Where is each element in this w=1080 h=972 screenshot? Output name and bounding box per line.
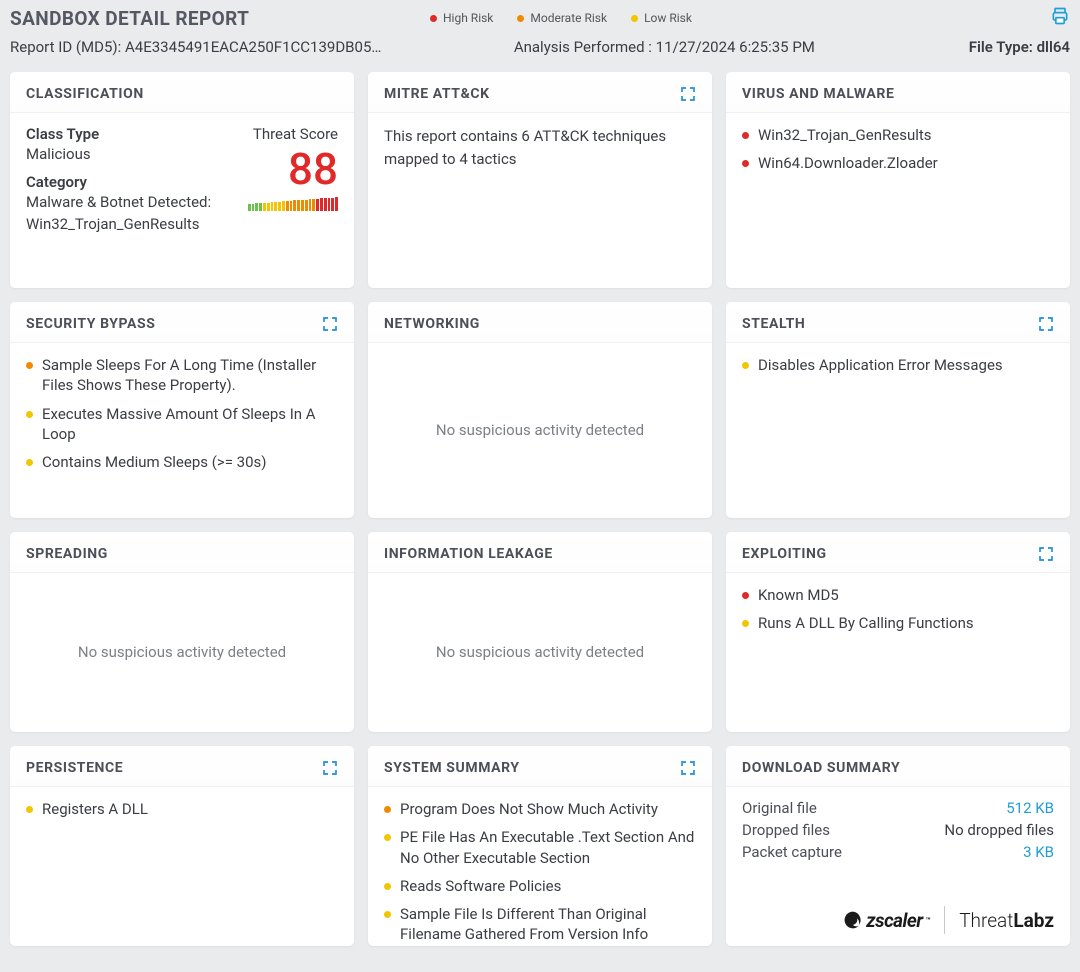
card-title: EXPLOITING (742, 546, 827, 562)
list-item: PE File Has An Executable .Text Section … (384, 827, 704, 868)
threatlabz-logo: ThreatLabz (959, 909, 1054, 932)
expand-icon[interactable] (1038, 316, 1054, 332)
download-row-value[interactable]: 512 KB (1006, 799, 1054, 817)
no-activity-text: No suspicious activity detected (384, 355, 696, 504)
list-item: Win64.Downloader.Zloader (742, 153, 1054, 173)
download-row-value[interactable]: 3 KB (1023, 843, 1054, 861)
expand-icon[interactable] (680, 86, 696, 102)
threat-score-label: Threat Score (228, 125, 338, 143)
list-item: Registers A DLL (26, 799, 338, 819)
file-type: File Type: dll64 (969, 38, 1070, 56)
download-row: Original file 512 KB (742, 799, 1054, 817)
category-value-2: Win32_Trojan_GenResults (26, 215, 228, 233)
expand-icon[interactable] (680, 760, 696, 776)
expand-icon[interactable] (322, 760, 338, 776)
card-security-bypass: SECURITY BYPASS Sample Sleeps For A Long… (10, 302, 354, 518)
card-spreading: SPREADING No suspicious activity detecte… (10, 532, 354, 732)
card-title: MITRE ATT&CK (384, 86, 490, 102)
class-type-label: Class Type (26, 125, 228, 143)
download-row-value: No dropped files (944, 821, 1054, 839)
card-stealth: STEALTH Disables Application Error Messa… (726, 302, 1070, 518)
list-item: Disables Application Error Messages (742, 355, 1054, 375)
download-row: Packet capture 3 KB (742, 843, 1054, 861)
download-row: Dropped files No dropped files (742, 821, 1054, 839)
system-summary-list: Program Does Not Show Much Activity PE Fi… (384, 799, 704, 946)
card-title: INFORMATION LEAKAGE (384, 546, 553, 562)
card-classification: CLASSIFICATION Class Type Malicious Cate… (10, 72, 354, 288)
class-type-value: Malicious (26, 145, 228, 163)
threat-score-value: 88 (228, 147, 338, 191)
card-virus-malware: VIRUS AND MALWARE Win32_Trojan_GenResult… (726, 72, 1070, 288)
analysis-timestamp: Analysis Performed : 11/27/2024 6:25:35 … (360, 38, 969, 56)
print-icon[interactable] (1050, 6, 1070, 30)
card-title: SYSTEM SUMMARY (384, 760, 520, 776)
card-title: SECURITY BYPASS (26, 316, 155, 332)
cards-grid: CLASSIFICATION Class Type Malicious Cate… (0, 60, 1080, 956)
legend-low-risk: Low Risk (631, 11, 692, 25)
threatlabz-text-thin: Threat (959, 909, 1013, 932)
legend-high-risk: High Risk (430, 11, 493, 25)
report-id: Report ID (MD5): A4E3345491EACA250F1CC13… (10, 38, 390, 56)
zscaler-text: zscaler (866, 909, 922, 932)
legend-moderate-risk: Moderate Risk (517, 11, 607, 25)
card-title: PERSISTENCE (26, 760, 123, 776)
footer-logos: zscaler™ ThreatLabz (843, 906, 1054, 934)
card-title: VIRUS AND MALWARE (742, 86, 894, 102)
list-item: Sample File Is Different Than Original F… (384, 904, 704, 945)
expand-icon[interactable] (322, 316, 338, 332)
persistence-list: Registers A DLL (26, 799, 338, 819)
card-title: CLASSIFICATION (26, 86, 144, 102)
card-system-summary: SYSTEM SUMMARY Program Does Not Show Muc… (368, 746, 712, 946)
security-bypass-list: Sample Sleeps For A Long Time (Installer… (26, 355, 338, 472)
download-row-key: Dropped files (742, 821, 830, 839)
list-item: Runs A DLL By Calling Functions (742, 613, 1054, 633)
card-mitre-attack: MITRE ATT&CK This report contains 6 ATT&… (368, 72, 712, 288)
list-item: Executes Massive Amount Of Sleeps In A L… (26, 404, 338, 445)
legend-label: Low Risk (644, 11, 692, 25)
card-persistence: PERSISTENCE Registers A DLL (10, 746, 354, 946)
threatlabz-text-bold: Labz (1013, 909, 1054, 932)
download-row-key: Original file (742, 799, 817, 817)
stealth-list: Disables Application Error Messages (742, 355, 1054, 375)
list-item: Contains Medium Sleeps (>= 30s) (26, 452, 338, 472)
legend-label: Moderate Risk (530, 11, 607, 25)
report-header: SANDBOX DETAIL REPORT High Risk Moderate… (0, 0, 1080, 60)
no-activity-text: No suspicious activity detected (26, 585, 338, 718)
list-item: Sample Sleeps For A Long Time (Installer… (26, 355, 338, 396)
list-item: Reads Software Policies (384, 876, 704, 896)
mitre-summary-text: This report contains 6 ATT&CK techniques… (384, 125, 696, 170)
card-information-leakage: INFORMATION LEAKAGE No suspicious activi… (368, 532, 712, 732)
threat-score-gauge (228, 197, 338, 211)
card-title: DOWNLOAD SUMMARY (742, 760, 900, 776)
legend-label: High Risk (443, 11, 493, 25)
list-item: Program Does Not Show Much Activity (384, 799, 704, 819)
exploiting-list: Known MD5 Runs A DLL By Calling Functions (742, 585, 1054, 634)
no-activity-text: No suspicious activity detected (384, 585, 696, 718)
category-value: Malware & Botnet Detected: (26, 193, 228, 211)
virus-list: Win32_Trojan_GenResults Win64.Downloader.… (742, 125, 1054, 174)
card-exploiting: EXPLOITING Known MD5 Runs A DLL By Callin… (726, 532, 1070, 732)
zscaler-logo: zscaler™ (843, 909, 930, 932)
card-title: NETWORKING (384, 316, 480, 332)
category-label: Category (26, 173, 228, 191)
expand-icon[interactable] (1038, 546, 1054, 562)
list-item: Win32_Trojan_GenResults (742, 125, 1054, 145)
card-download-summary: DOWNLOAD SUMMARY Original file 512 KB Drop… (726, 746, 1070, 946)
card-title: STEALTH (742, 316, 805, 332)
card-networking: NETWORKING No suspicious activity detect… (368, 302, 712, 518)
page-title: SANDBOX DETAIL REPORT (10, 7, 390, 30)
list-item: Known MD5 (742, 585, 1054, 605)
risk-legend: High Risk Moderate Risk Low Risk (430, 11, 692, 25)
download-row-key: Packet capture (742, 843, 842, 861)
card-title: SPREADING (26, 546, 108, 562)
